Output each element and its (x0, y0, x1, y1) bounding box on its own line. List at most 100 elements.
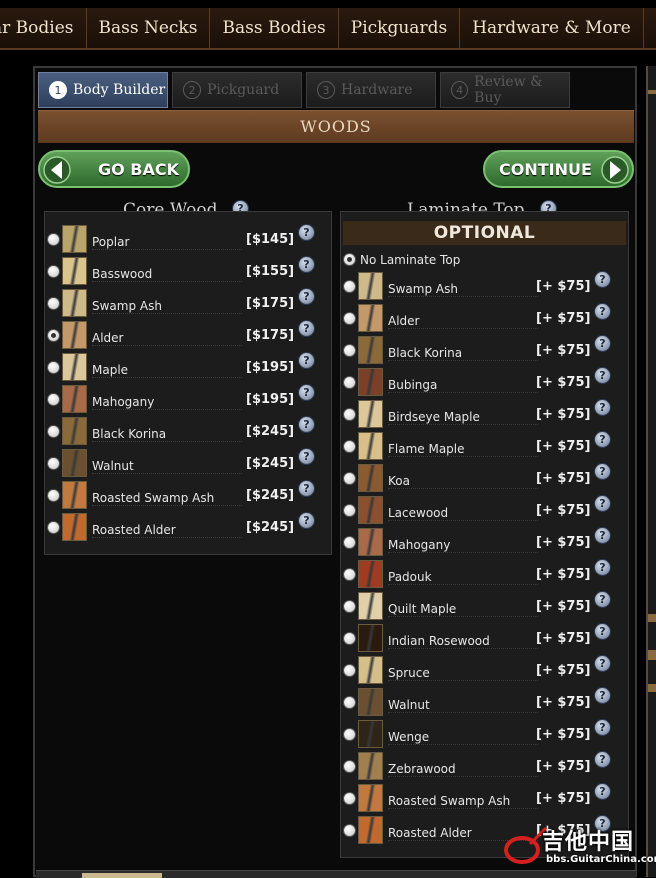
laminate-wood-row[interactable]: Padouk [+ $75]? (344, 560, 616, 590)
core-wood-row[interactable]: Roasted Alder [$245]? (48, 513, 318, 543)
core-radio[interactable] (48, 490, 59, 501)
core-wood-help-icon[interactable]: ? (299, 225, 314, 240)
laminate-radio[interactable] (344, 473, 355, 484)
laminate-wood-help-icon[interactable]: ? (595, 336, 610, 351)
laminate-radio[interactable] (344, 441, 355, 452)
laminate-wood-row[interactable]: Wenge [+ $75]? (344, 720, 616, 750)
laminate-radio[interactable] (344, 569, 355, 580)
core-radio[interactable] (48, 458, 59, 469)
laminate-wood-row[interactable]: Bubinga [+ $75]? (344, 368, 616, 398)
laminate-radio[interactable] (344, 825, 355, 836)
laminate-wood-row[interactable]: Birdseye Maple [+ $75]? (344, 400, 616, 430)
go-back-button[interactable]: GO BACK (38, 150, 190, 188)
laminate-wood-help-icon[interactable]: ? (595, 688, 610, 703)
core-wood-row[interactable]: Swamp Ash [$175]? (48, 289, 318, 319)
core-wood-help-icon[interactable]: ? (299, 353, 314, 368)
laminate-wood-row[interactable]: Alder [+ $75]? (344, 304, 616, 334)
core-wood-help-icon[interactable]: ? (299, 449, 314, 464)
laminate-wood-help-icon[interactable]: ? (595, 496, 610, 511)
top-nav-item[interactable]: Pickguards (339, 8, 461, 48)
laminate-wood-row[interactable]: Zebrawood [+ $75]? (344, 752, 616, 782)
laminate-wood-row[interactable]: Spruce [+ $75]? (344, 656, 616, 686)
step-tab[interactable]: 3 Hardware (306, 72, 436, 108)
laminate-wood-help-icon[interactable]: ? (595, 464, 610, 479)
core-radio[interactable] (48, 426, 59, 437)
laminate-wood-help-icon[interactable]: ? (595, 304, 610, 319)
core-radio[interactable] (48, 394, 59, 405)
laminate-wood-help-icon[interactable]: ? (595, 560, 610, 575)
core-wood-row[interactable]: Poplar [$145]? (48, 225, 318, 255)
laminate-radio[interactable] (344, 345, 355, 356)
top-nav-item[interactable]: ar Bodies (0, 8, 87, 48)
laminate-wood-help-icon[interactable]: ? (595, 272, 610, 287)
top-nav-item[interactable]: Hardware & More (460, 8, 644, 48)
core-wood-row[interactable]: Basswood [$155]? (48, 257, 318, 287)
core-wood-help-icon[interactable]: ? (299, 481, 314, 496)
laminate-wood-row[interactable]: Swamp Ash [+ $75]? (344, 272, 616, 302)
core-radio[interactable] (48, 522, 59, 533)
core-radio[interactable] (48, 298, 59, 309)
laminate-radio[interactable] (344, 505, 355, 516)
core-wood-help-icon[interactable]: ? (299, 257, 314, 272)
no-laminate-radio[interactable] (344, 254, 355, 265)
laminate-wood-row[interactable]: Mahogany [+ $75]? (344, 528, 616, 558)
laminate-radio[interactable] (344, 409, 355, 420)
laminate-radio[interactable] (344, 537, 355, 548)
top-nav-item[interactable]: Com (644, 8, 656, 48)
laminate-wood-row[interactable]: Lacewood [+ $75]? (344, 496, 616, 526)
core-wood-row[interactable]: Maple [$195]? (48, 353, 318, 383)
laminate-wood-row[interactable]: Black Korina [+ $75]? (344, 336, 616, 366)
step-tabs: 1 Body Builder 2 Pickguard 3 Hardware 4 Review … (38, 72, 570, 108)
core-radio[interactable] (48, 234, 59, 245)
laminate-radio[interactable] (344, 633, 355, 644)
core-wood-price: [$245] (246, 424, 295, 439)
laminate-radio[interactable] (344, 601, 355, 612)
laminate-radio[interactable] (344, 793, 355, 804)
core-wood-row[interactable]: Alder [$175]? (48, 321, 318, 351)
core-wood-row[interactable]: Mahogany [$195]? (48, 385, 318, 415)
core-wood-name: Maple (92, 363, 242, 378)
laminate-wood-help-icon[interactable]: ? (595, 592, 610, 607)
laminate-wood-help-icon[interactable]: ? (595, 400, 610, 415)
step-tab[interactable]: 1 Body Builder (38, 72, 168, 108)
core-wood-help-icon[interactable]: ? (299, 417, 314, 432)
step-tab[interactable]: 4 Review & Buy (440, 72, 570, 108)
core-wood-row[interactable]: Roasted Swamp Ash [$245]? (48, 481, 318, 511)
laminate-wood-row[interactable]: Indian Rosewood [+ $75]? (344, 624, 616, 654)
laminate-radio[interactable] (344, 697, 355, 708)
laminate-wood-help-icon[interactable]: ? (595, 432, 610, 447)
laminate-wood-row[interactable]: Quilt Maple [+ $75]? (344, 592, 616, 622)
wood-swatch (358, 464, 383, 492)
laminate-radio[interactable] (344, 377, 355, 388)
laminate-wood-help-icon[interactable]: ? (595, 656, 610, 671)
laminate-radio[interactable] (344, 729, 355, 740)
core-wood-help-icon[interactable]: ? (299, 513, 314, 528)
step-tab[interactable]: 2 Pickguard (172, 72, 302, 108)
laminate-wood-row[interactable]: Koa [+ $75]? (344, 464, 616, 494)
core-radio[interactable] (48, 362, 59, 373)
laminate-wood-help-icon[interactable]: ? (595, 720, 610, 735)
core-wood-help-icon[interactable]: ? (299, 385, 314, 400)
laminate-radio[interactable] (344, 665, 355, 676)
core-radio[interactable] (48, 330, 59, 341)
laminate-wood-help-icon[interactable]: ? (595, 752, 610, 767)
laminate-radio[interactable] (344, 281, 355, 292)
core-wood-row[interactable]: Black Korina [$245]? (48, 417, 318, 447)
laminate-wood-row[interactable]: Flame Maple [+ $75]? (344, 432, 616, 462)
laminate-radio[interactable] (344, 313, 355, 324)
laminate-wood-row[interactable]: Walnut [+ $75]? (344, 688, 616, 718)
laminate-wood-help-icon[interactable]: ? (595, 368, 610, 383)
laminate-wood-help-icon[interactable]: ? (595, 528, 610, 543)
top-nav-item[interactable]: Bass Necks (87, 8, 211, 48)
core-wood-help-icon[interactable]: ? (299, 321, 314, 336)
laminate-wood-row[interactable]: Roasted Swamp Ash [+ $75]? (344, 784, 616, 814)
laminate-wood-price: [+ $75] (536, 407, 591, 422)
top-nav-item[interactable]: Bass Bodies (210, 8, 339, 48)
continue-button[interactable]: CONTINUE (483, 150, 634, 188)
core-wood-help-icon[interactable]: ? (299, 289, 314, 304)
laminate-wood-help-icon[interactable]: ? (595, 624, 610, 639)
laminate-wood-help-icon[interactable]: ? (595, 784, 610, 799)
laminate-radio[interactable] (344, 761, 355, 772)
core-radio[interactable] (48, 266, 59, 277)
core-wood-row[interactable]: Walnut [$245]? (48, 449, 318, 479)
